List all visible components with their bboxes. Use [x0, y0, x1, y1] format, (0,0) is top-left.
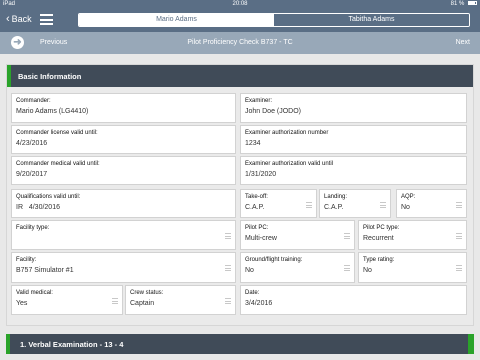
field-label: Take-off:: [245, 194, 268, 200]
field-value: No: [401, 204, 410, 211]
verbal-examination-section-header[interactable]: 1. Verbal Examination - 13 - 4: [6, 334, 474, 354]
status-bar: iPad 20:08 81 %: [0, 0, 480, 8]
drag-handle-icon: [344, 233, 350, 239]
pilot-pc-type-field[interactable]: Pilot PC type: Recurrent: [358, 220, 467, 250]
back-button[interactable]: ‹ Back: [6, 12, 32, 25]
field-label: Ground/flight training:: [245, 257, 303, 263]
valid-medical-field[interactable]: Valid medical: Yes: [11, 285, 123, 315]
drag-handle-icon: [344, 265, 350, 271]
field-label: Examiner authorization valid until: [245, 161, 334, 167]
facility-type-field[interactable]: Facility type:: [11, 220, 236, 250]
field-label: Landing:: [324, 194, 348, 200]
commander-medical-field[interactable]: Commander medical valid until: 9/20/2017: [11, 156, 236, 185]
field-value: IR 4/30/2016: [16, 204, 60, 211]
next-button[interactable]: Next: [456, 39, 470, 46]
drag-handle-icon: [112, 298, 118, 304]
card-header: Basic Information: [7, 65, 473, 87]
crew-segmented-control: Mario Adams Tabitha Adams: [78, 13, 470, 27]
check-navigation-bar: ➜ Previous Pilot Proficiency Check B737 …: [0, 32, 480, 54]
accent-bar: [6, 334, 10, 354]
aqp-field[interactable]: AQP: No: [396, 189, 467, 218]
field-label: Valid medical:: [16, 290, 53, 296]
field-label: AQP:: [401, 194, 416, 200]
page-title: Pilot Proficiency Check B737 - TC: [187, 39, 293, 46]
drag-handle-icon: [456, 233, 462, 239]
field-value: Yes: [16, 300, 28, 307]
field-value: Multi-crew: [245, 235, 277, 242]
date-field[interactable]: Date: 3/4/2016: [240, 285, 467, 315]
field-label: Date:: [245, 290, 260, 296]
field-value: 1234: [245, 140, 261, 147]
field-value: 9/20/2017: [16, 171, 48, 178]
field-value: 1/31/2020: [245, 171, 277, 178]
field-label: Pilot PC type:: [363, 225, 400, 231]
field-label: Crew status:: [130, 290, 164, 296]
drag-handle-icon: [225, 265, 231, 271]
takeoff-field[interactable]: Take-off: C.A.P.: [240, 189, 317, 218]
accent-bar: [7, 65, 11, 87]
crew-status-field[interactable]: Crew status: Captain: [125, 285, 236, 315]
field-value: C.A.P.: [245, 204, 265, 211]
field-label: Facility:: [16, 257, 37, 263]
landing-field[interactable]: Landing: C.A.P.: [319, 189, 391, 218]
field-label: Commander medical valid until:: [16, 161, 100, 167]
examiner-authorization-valid-field[interactable]: Examiner authorization valid until 1/31/…: [240, 156, 467, 185]
drag-handle-icon: [456, 265, 462, 271]
qualifications-field[interactable]: Qualifications valid until: IR 4/30/2016: [11, 189, 236, 218]
pilot-pc-field[interactable]: Pilot PC: Multi-crew: [240, 220, 355, 250]
field-value: Captain: [130, 300, 155, 307]
back-label: Back: [11, 14, 32, 24]
clock: 20:08: [232, 1, 248, 7]
field-label: Type rating:: [363, 257, 395, 263]
drag-handle-icon: [306, 202, 312, 208]
field-value: Recurrent: [363, 235, 394, 242]
segment-tabitha-adams[interactable]: Tabitha Adams: [274, 14, 469, 26]
card-title: Basic Information: [18, 72, 82, 81]
accent-bar: [468, 334, 474, 354]
field-value: No: [245, 267, 254, 274]
field-label: Commander license valid until:: [16, 130, 98, 136]
type-rating-field[interactable]: Type rating: No: [358, 252, 467, 283]
examiner-authorization-number-field[interactable]: Examiner authorization number 1234: [240, 125, 467, 154]
field-value: C.A.P.: [324, 204, 344, 211]
field-label: Examiner authorization number: [245, 130, 329, 136]
commander-field[interactable]: Commander: Mario Adams (LG4410): [11, 93, 236, 123]
drag-handle-icon: [225, 233, 231, 239]
field-label: Examiner:: [245, 98, 273, 104]
navigation-bar: ‹ Back Mario Adams Tabitha Adams: [0, 8, 480, 32]
drag-handle-icon: [456, 202, 462, 208]
field-label: Facility type:: [16, 225, 50, 231]
field-value: 4/23/2016: [16, 140, 48, 147]
field-value: John Doe (JODO): [245, 108, 302, 115]
field-label: Commander:: [16, 98, 51, 104]
field-label: Qualifications valid until:: [16, 194, 81, 200]
field-value: B757 Simulator #1: [16, 267, 74, 274]
drag-handle-icon: [225, 298, 231, 304]
section-title: 1. Verbal Examination - 13 - 4: [20, 340, 124, 349]
drag-handle-icon: [380, 202, 386, 208]
ground-flight-training-field[interactable]: Ground/flight training: No: [240, 252, 355, 283]
field-value: Mario Adams (LG4410): [16, 108, 89, 115]
field-value: 3/4/2016: [245, 300, 273, 307]
field-value: No: [363, 267, 372, 274]
battery-icon: [468, 1, 477, 6]
field-label: Pilot PC:: [245, 225, 269, 231]
basic-information-card: Basic Information Commander: Mario Adams…: [6, 64, 474, 326]
segment-mario-adams[interactable]: Mario Adams: [79, 14, 274, 26]
chevron-left-icon: ‹: [6, 12, 10, 25]
facility-field[interactable]: Facility: B757 Simulator #1: [11, 252, 236, 283]
commander-license-field[interactable]: Commander license valid until: 4/23/2016: [11, 125, 236, 154]
hamburger-menu-icon[interactable]: [40, 14, 53, 25]
examiner-field[interactable]: Examiner: John Doe (JODO): [240, 93, 467, 123]
battery-percent: 81 %: [450, 1, 465, 7]
battery-indicator: 81 %: [451, 0, 477, 8]
